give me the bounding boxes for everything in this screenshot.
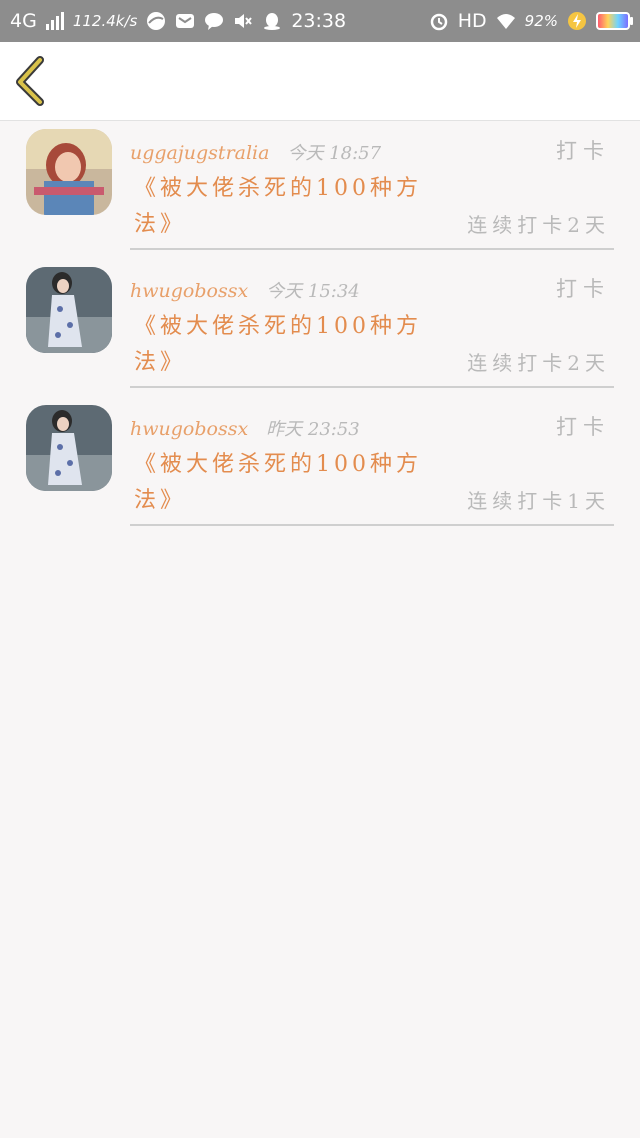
checkin-list: uggajugstralia 今天 18:57 打卡 《被大佬杀死的100种方法》… [0,121,640,535]
checkin-button[interactable]: 打卡 [556,273,610,303]
list-item[interactable]: hwugobossx 今天 15:34 打卡 《被大佬杀死的100种方法》 连续打… [0,259,640,397]
charging-icon [568,12,586,30]
item-body: hwugobossx 昨天 23:53 打卡 《被大佬杀死的100种方法》 连续打… [130,397,614,526]
signal-icon [45,12,64,30]
battery-icon [596,12,633,30]
streak-count: 连续打卡1天 [467,489,610,513]
status-left: 4G 112.4k/s 23:38 [10,10,346,32]
item-body: uggajugstralia 今天 18:57 打卡 《被大佬杀死的100种方法》… [130,121,614,250]
user-name-row: hwugobossx 昨天 23:53 [130,415,360,441]
streak-count: 连续打卡2天 [467,213,610,237]
avatar-photo [26,129,112,215]
timestamp: 今天 18:57 [287,143,382,164]
avatar[interactable] [26,129,112,215]
book-title[interactable]: 《被大佬杀死的100种方法》 [134,447,434,519]
mail-icon [176,14,195,28]
streak-count: 连续打卡2天 [467,351,610,375]
user-name-row: uggajugstralia 今天 18:57 [130,139,381,165]
back-button[interactable] [14,56,54,106]
user-name[interactable]: hwugobossx [130,280,248,302]
checkin-button[interactable]: 打卡 [556,411,610,441]
avatar-photo [26,267,112,353]
timestamp: 今天 15:34 [266,281,360,302]
timestamp: 昨天 23:53 [266,419,360,440]
user-name-row: hwugobossx 今天 15:34 [130,277,360,303]
item-body: hwugobossx 今天 15:34 打卡 《被大佬杀死的100种方法》 连续打… [130,259,614,388]
avatar-photo [26,405,112,491]
book-title[interactable]: 《被大佬杀死的100种方法》 [134,171,434,243]
avatar[interactable] [26,267,112,353]
user-name[interactable]: hwugobossx [130,418,248,440]
hd-label: HD [457,10,487,32]
qq-icon [264,13,281,30]
chevron-left-icon [16,56,44,106]
list-item[interactable]: hwugobossx 昨天 23:53 打卡 《被大佬杀死的100种方法》 连续打… [0,397,640,535]
battery-percent: 92% [524,12,558,30]
status-right: HD 92% [429,10,633,32]
mute-icon [235,14,253,28]
browser-icon [147,12,166,30]
wifi-icon [496,14,515,29]
avatar[interactable] [26,405,112,491]
list-item[interactable]: uggajugstralia 今天 18:57 打卡 《被大佬杀死的100种方法》… [0,121,640,259]
book-title[interactable]: 《被大佬杀死的100种方法》 [134,309,434,381]
status-bar: 4G 112.4k/s 23:38 HD 92% [0,0,640,42]
network-speed: 112.4k/s [72,12,138,30]
alarm-icon [430,13,447,31]
network-type: 4G [10,10,37,32]
user-name[interactable]: uggajugstralia [130,142,269,164]
message-icon [205,13,224,30]
header [0,42,640,121]
clock: 23:38 [291,10,347,32]
checkin-button[interactable]: 打卡 [556,135,610,165]
